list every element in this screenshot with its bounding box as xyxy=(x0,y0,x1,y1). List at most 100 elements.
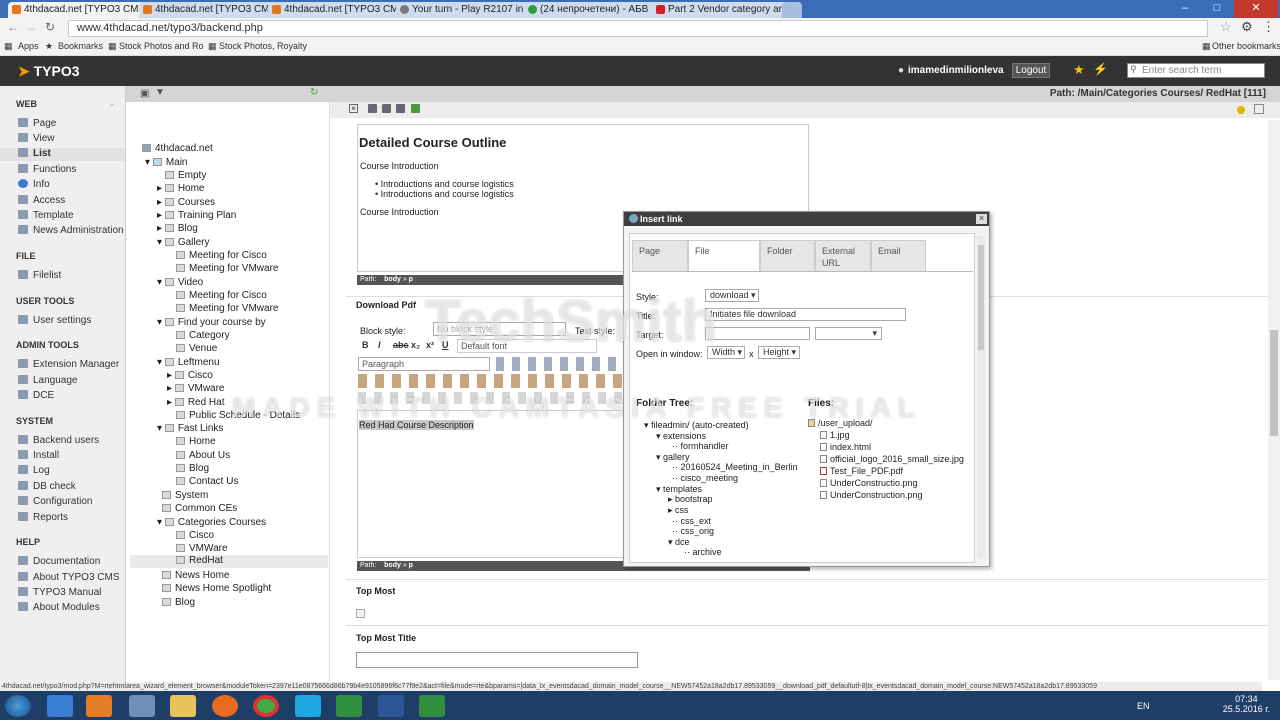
module-about-typo3[interactable]: About TYPO3 CMS xyxy=(18,572,120,583)
tab-folder[interactable]: Folder xyxy=(760,240,815,272)
tree-node[interactable]: ▾ Gallery xyxy=(157,237,210,248)
save-new-icon[interactable] xyxy=(396,104,405,113)
tree-node[interactable]: Category xyxy=(176,330,230,341)
formatting-toolbar[interactable] xyxy=(496,357,624,371)
tree-node[interactable]: ▾ Categories Courses xyxy=(157,517,266,528)
tree-node[interactable]: Venue xyxy=(176,343,217,354)
italic-icon[interactable]: I xyxy=(378,340,381,350)
title-input[interactable]: Initiates file download xyxy=(705,308,906,321)
tab-email[interactable]: Email xyxy=(871,240,926,272)
browser-tab[interactable]: (24 непрочетени) - АБВ× xyxy=(524,2,664,18)
minimize-icon[interactable]: – xyxy=(1170,0,1200,18)
module-documentation[interactable]: Documentation xyxy=(18,556,100,567)
tree-node[interactable]: Home xyxy=(176,436,216,447)
settings-gear-icon[interactable]: ⚙ xyxy=(1241,19,1253,35)
other-bookmarks[interactable]: Other bookmarks xyxy=(1212,38,1280,55)
tree-node[interactable]: ▸ Training Plan xyxy=(157,210,236,221)
module-info[interactable]: Info xyxy=(18,179,50,190)
module-install[interactable]: Install xyxy=(18,450,59,461)
chrome-icon[interactable] xyxy=(253,695,279,717)
folder-node[interactable]: ▸ bootstrap xyxy=(668,494,713,505)
browser-tab[interactable]: Part 2 Vendor category ar× xyxy=(652,2,792,18)
section-user-tools[interactable]: USER TOOLS xyxy=(16,296,74,306)
skype-icon[interactable] xyxy=(295,695,321,717)
browser-tab[interactable]: 4thdacad.net [TYPO3 CM× xyxy=(139,2,279,18)
tree-node[interactable]: ▾ Main xyxy=(145,157,188,168)
firefox-icon[interactable] xyxy=(212,695,238,717)
typo3-logo[interactable]: ➤ TYPO3 xyxy=(18,63,80,80)
tree-node[interactable]: Meeting for VMware xyxy=(176,303,278,314)
forward-icon[interactable]: → xyxy=(25,20,37,34)
module-filelist[interactable]: Filelist xyxy=(18,270,61,281)
tree-node[interactable]: Meeting for Cisco xyxy=(176,290,267,301)
subscript-icon[interactable]: x₂ xyxy=(411,340,420,350)
file-item[interactable]: 1.jpg xyxy=(820,430,850,440)
folder-node[interactable]: ·· formhandler xyxy=(672,441,729,451)
folder-node[interactable]: ·· 20160524_Meeting_in_Berlin xyxy=(672,462,798,472)
target-select[interactable]: ▾ xyxy=(815,327,882,340)
folder-node[interactable]: ·· cisco_meeting xyxy=(672,473,738,483)
language-indicator[interactable]: EN xyxy=(1137,701,1150,711)
module-about-modules[interactable]: About Modules xyxy=(18,602,100,613)
insert-toolbar[interactable] xyxy=(358,374,624,388)
dialog-title[interactable]: Insert link xyxy=(624,212,989,226)
paragraph-select[interactable]: Paragraph xyxy=(358,357,490,371)
word-icon[interactable] xyxy=(378,695,404,717)
url-input[interactable]: www.4thdacad.net/typo3/backend.php xyxy=(68,20,1208,37)
tree-node[interactable]: ▸ Cisco xyxy=(167,370,213,381)
file-item[interactable]: official_logo_2016_small_size.jpg xyxy=(820,454,964,464)
module-language[interactable]: Language xyxy=(18,375,78,386)
module-page[interactable]: Page xyxy=(18,118,56,129)
bookmark-stock-photos[interactable]: Stock Photos and Ro xyxy=(119,38,204,55)
tree-node[interactable]: About Us xyxy=(176,450,230,461)
folder-node[interactable]: ▸ css xyxy=(668,505,689,516)
search-input[interactable]: Enter search term xyxy=(1127,63,1265,78)
tab-file[interactable]: File xyxy=(688,240,760,272)
open-window-icon[interactable] xyxy=(1254,104,1264,114)
tree-node[interactable]: ▾ Fast Links xyxy=(157,423,223,434)
tree-node[interactable]: Empty xyxy=(165,170,206,181)
browser-tab[interactable]: 4thdacad.net [TYPO3 CMS× xyxy=(8,2,148,18)
section-help[interactable]: HELP xyxy=(16,537,40,547)
tree-node[interactable]: ▾ Video xyxy=(157,277,203,288)
section-system[interactable]: SYSTEM xyxy=(16,416,53,426)
tree-root[interactable]: 4thdacad.net xyxy=(142,143,213,154)
tree-node[interactable]: ▾ Find your course by xyxy=(157,317,266,328)
module-functions[interactable]: Functions xyxy=(18,164,76,175)
start-button-icon[interactable] xyxy=(5,695,31,717)
section-admin-tools[interactable]: ADMIN TOOLS xyxy=(16,340,79,350)
dialog-scrollbar-thumb[interactable] xyxy=(978,245,984,350)
bookmark-bookmarks[interactable]: Bookmarks xyxy=(58,38,103,55)
folder-node[interactable]: ·· archive xyxy=(684,547,722,557)
close-record-icon[interactable]: × xyxy=(349,104,358,113)
tree-node[interactable]: Common CEs xyxy=(162,503,237,514)
section-web[interactable]: WEB xyxy=(16,99,37,109)
app-icon[interactable] xyxy=(129,695,155,717)
tree-node[interactable]: Cisco xyxy=(176,530,214,541)
tree-node[interactable]: Blog xyxy=(162,597,195,608)
module-news-administration[interactable]: News Administration xyxy=(18,225,124,236)
tab-page[interactable]: Page xyxy=(632,240,688,272)
module-view[interactable]: View xyxy=(18,133,55,144)
strikethrough-icon[interactable]: abc xyxy=(393,340,409,350)
bookmark-star-icon[interactable]: ☆ xyxy=(1220,19,1232,35)
module-dce[interactable]: DCE xyxy=(18,390,54,401)
tree-node-selected[interactable]: RedHat xyxy=(130,555,328,568)
clock[interactable]: 07:34 25.5.2016 г. xyxy=(1223,694,1270,714)
tree-node[interactable]: ▾ Leftmenu xyxy=(157,357,220,368)
tree-node[interactable]: Blog xyxy=(176,463,209,474)
module-db-check[interactable]: DB check xyxy=(18,481,76,492)
file-item[interactable]: Test_File_PDF.pdf xyxy=(820,466,903,476)
section-file[interactable]: FILE xyxy=(16,251,36,261)
module-extension-manager[interactable]: Extension Manager xyxy=(18,359,119,370)
save-icon[interactable] xyxy=(368,104,377,113)
back-icon[interactable]: ← xyxy=(7,20,19,34)
new-tab-button[interactable] xyxy=(782,2,802,18)
tab-external-url[interactable]: External URL xyxy=(815,240,871,272)
tree-node[interactable]: ▸ Blog xyxy=(157,223,198,234)
username[interactable]: imamedinmilionleva xyxy=(908,65,1004,76)
media-player-icon[interactable] xyxy=(86,695,112,717)
tree-node[interactable]: VMWare xyxy=(176,543,228,554)
logout-button[interactable]: Logout xyxy=(1012,63,1050,78)
module-log[interactable]: Log xyxy=(18,465,50,476)
